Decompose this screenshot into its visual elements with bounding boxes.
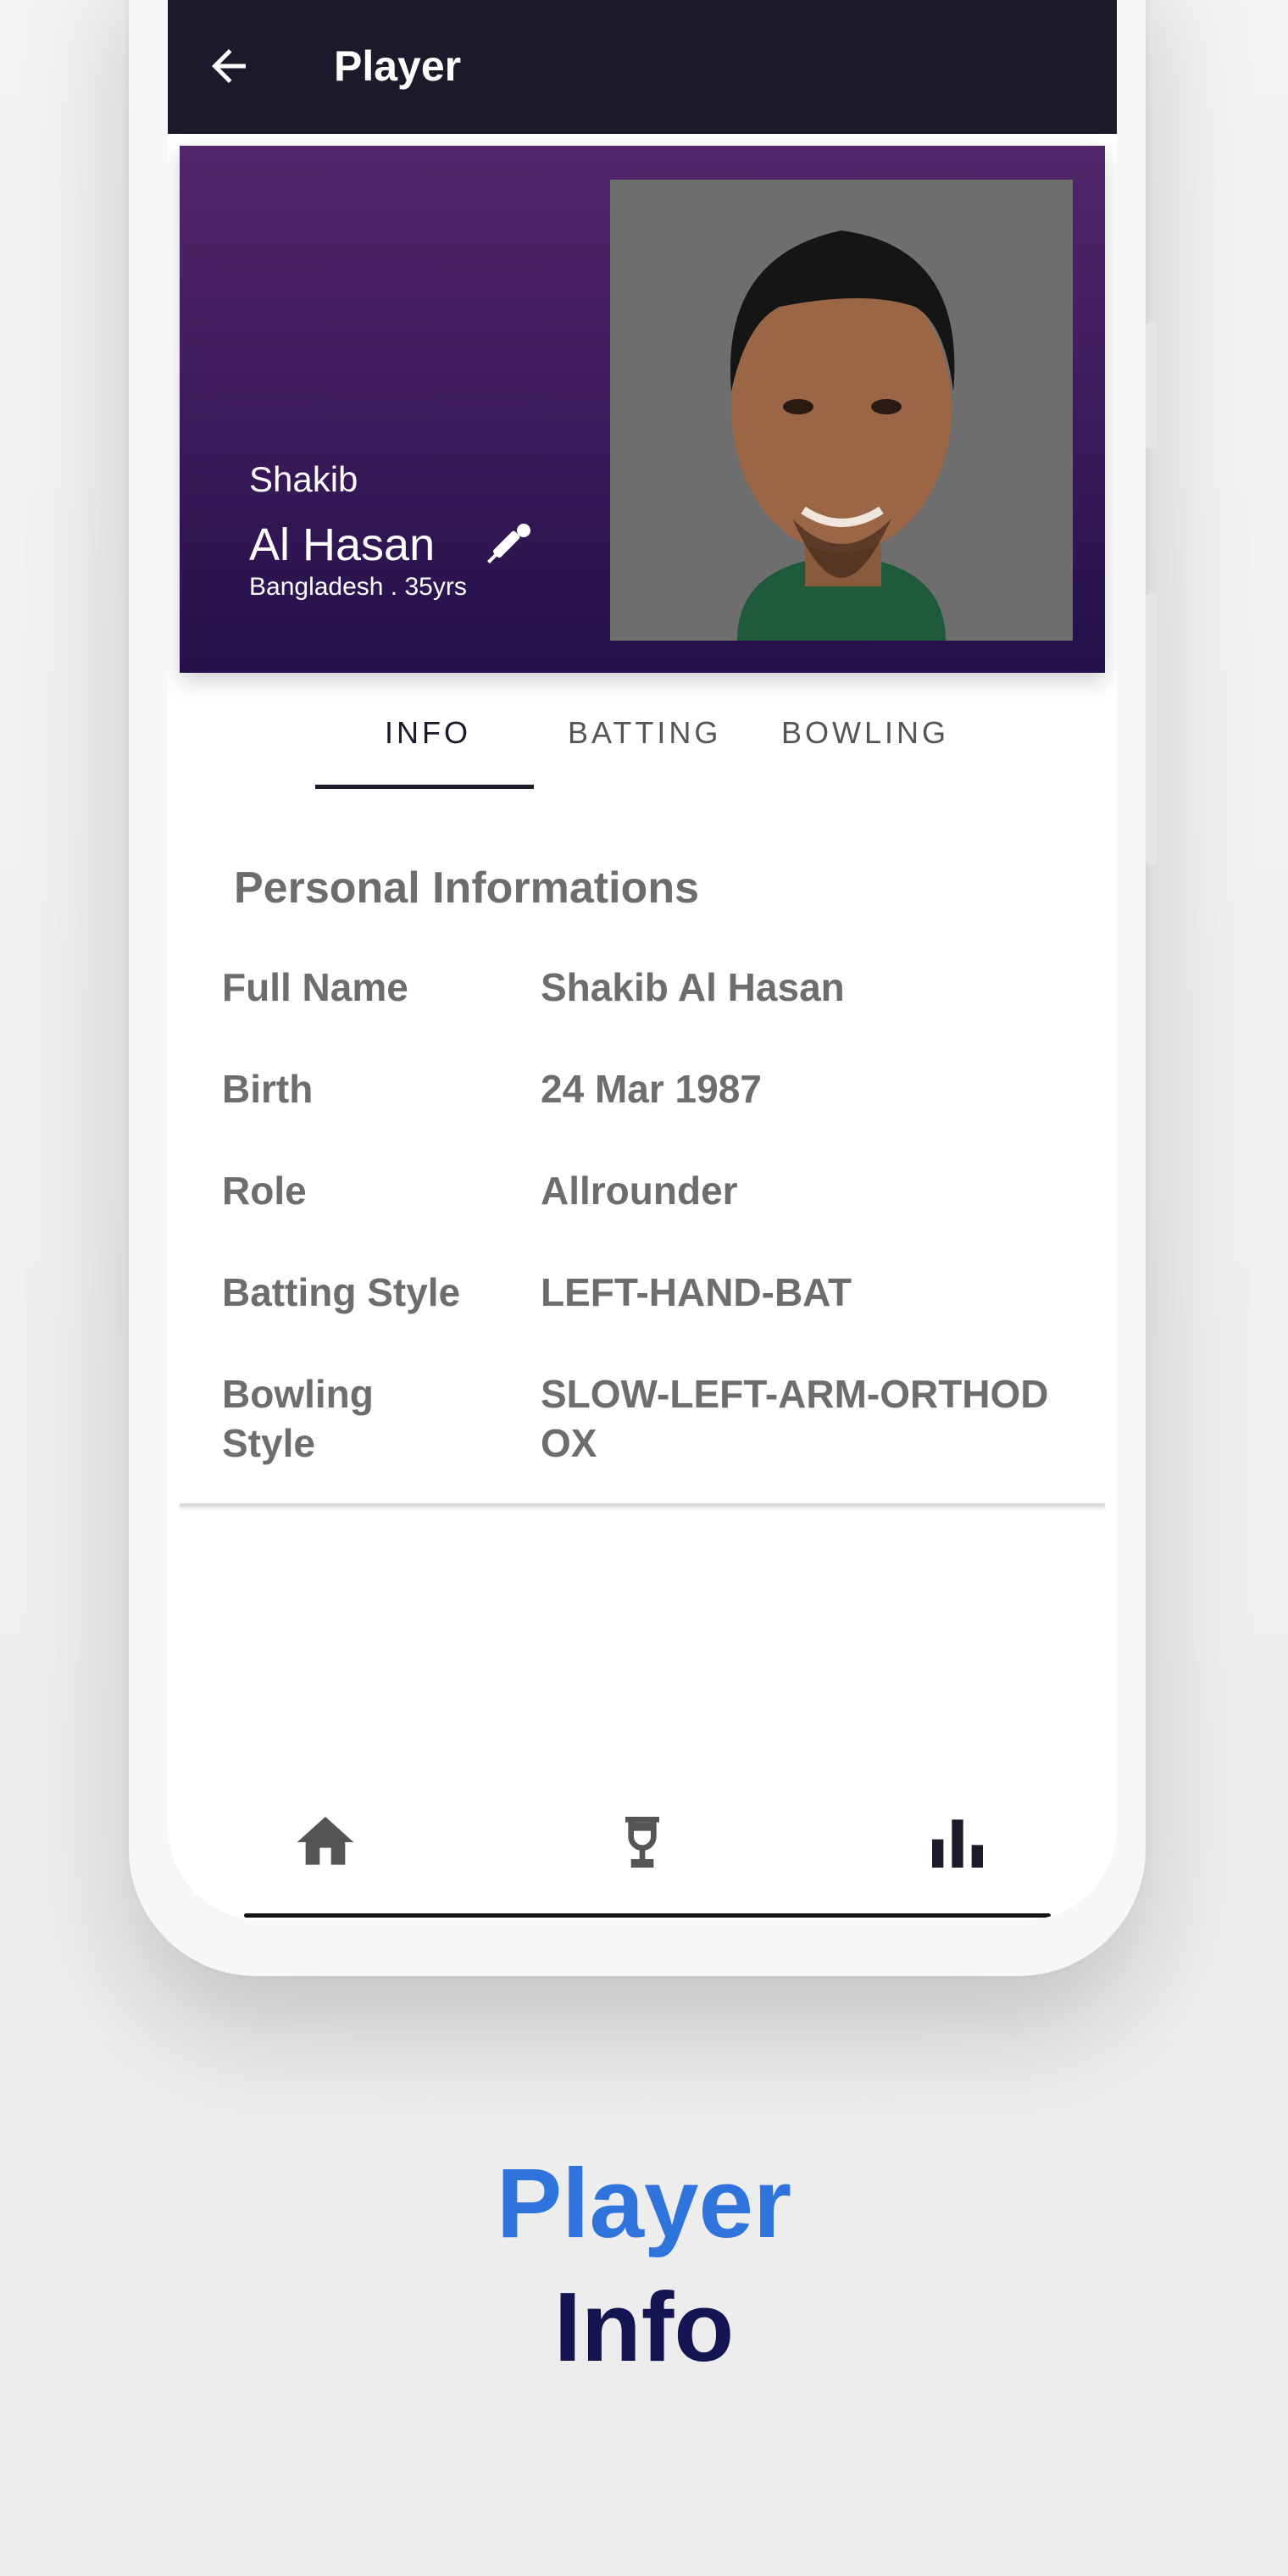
bar-chart-icon[interactable] xyxy=(924,1808,991,1876)
info-value: SLOW-LEFT-ARM-ORTHODOX xyxy=(541,1372,1049,1465)
info-label: Role xyxy=(222,1169,307,1213)
player-hero-card: Shakib Al Hasan Bangladesh . 35yrs xyxy=(180,146,1105,673)
info-label: Full Name xyxy=(222,965,408,1009)
back-arrow-icon[interactable] xyxy=(203,41,254,92)
player-country-age: Bangladesh . 35yrs xyxy=(249,573,467,601)
player-tabs: INFO BATTING BOWLING xyxy=(168,695,1117,790)
tab-batting[interactable]: BATTING xyxy=(568,715,721,751)
info-value: Allrounder xyxy=(541,1169,738,1213)
info-value: 24 Mar 1987 xyxy=(541,1067,762,1111)
phone-side-button xyxy=(1146,322,1158,449)
info-label: Bowling Style xyxy=(222,1372,374,1465)
bottom-navigation xyxy=(168,1788,1117,1890)
player-last-name: Al Hasan xyxy=(249,519,436,570)
phone-side-button xyxy=(1146,593,1158,864)
tab-bowling[interactable]: BOWLING xyxy=(781,715,949,751)
promo-caption-line-2: Info xyxy=(553,2272,735,2382)
promo-caption-line-1: Player xyxy=(496,2148,792,2258)
home-indicator xyxy=(244,1913,1051,1918)
info-value: Shakib Al Hasan xyxy=(541,965,845,1009)
cricket-bat-icon xyxy=(487,524,530,564)
home-icon[interactable] xyxy=(291,1808,359,1876)
trophy-icon[interactable] xyxy=(608,1808,676,1876)
info-label: Birth xyxy=(222,1067,314,1111)
active-tab-indicator xyxy=(315,785,534,789)
app-screen: Player Shakib Al Hasan Bangladesh . 35yr… xyxy=(168,0,1117,1920)
info-value: LEFT-HAND-BAT xyxy=(541,1270,852,1314)
section-title: Personal Informations xyxy=(234,863,699,913)
player-first-name: Shakib xyxy=(249,459,358,499)
info-label: Batting Style xyxy=(222,1270,461,1314)
page-title: Player xyxy=(334,42,462,90)
card-bottom-divider xyxy=(180,1503,1105,1507)
tab-info[interactable]: INFO xyxy=(385,715,471,751)
app-bar: Player xyxy=(168,0,1117,134)
player-photo xyxy=(610,180,1073,641)
